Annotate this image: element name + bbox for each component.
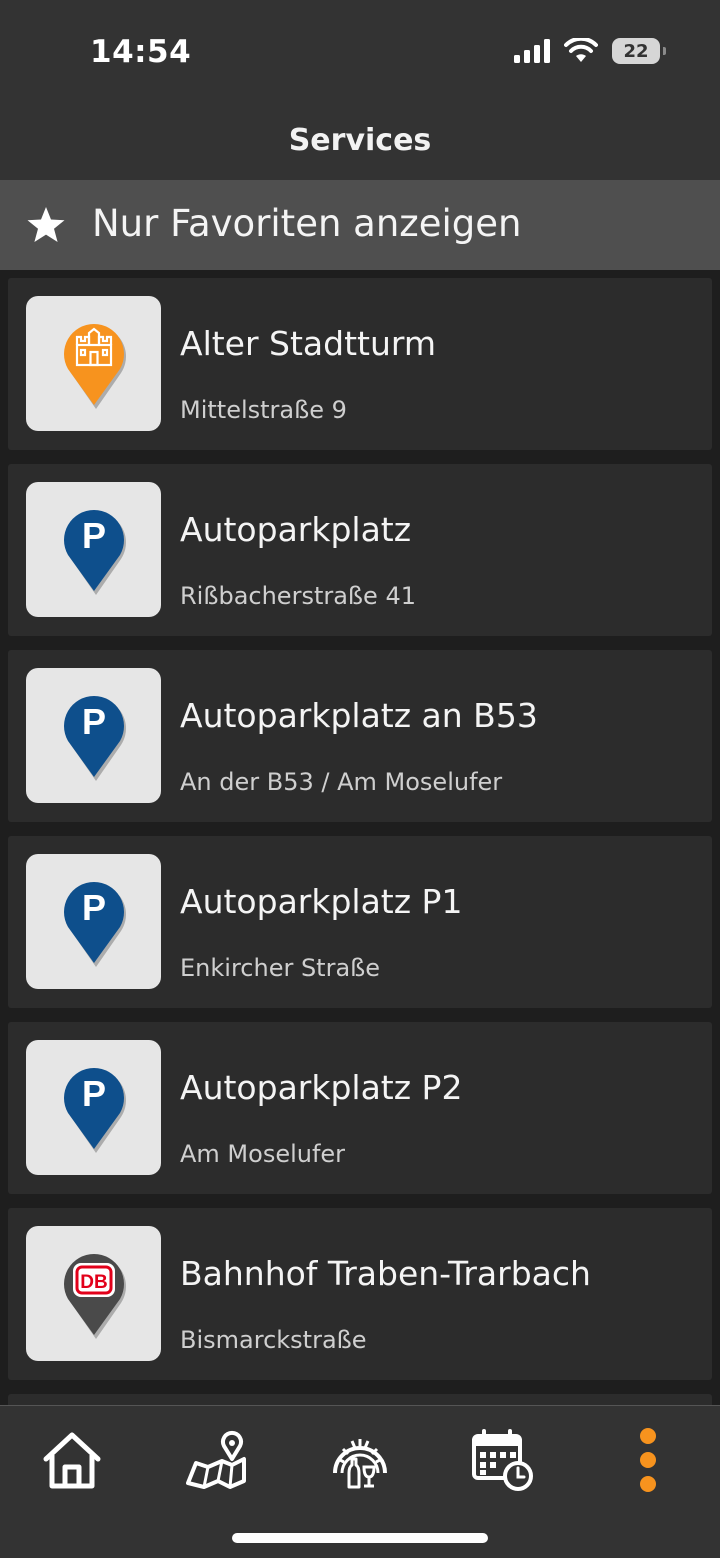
list-item[interactable]: Alter Stadtturm Mittelstraße 9 — [8, 278, 712, 450]
item-thumbnail: P — [26, 668, 161, 803]
item-title: Alter Stadtturm — [180, 324, 437, 363]
signal-icon — [514, 39, 550, 63]
item-address: Bismarckstraße — [180, 1326, 367, 1354]
pin-label: P — [81, 887, 105, 928]
favorites-filter-label: Nur Favoriten anzeigen — [92, 202, 522, 245]
parking-pin-icon: P — [63, 1067, 126, 1153]
item-title: Autoparkplatz P1 — [180, 882, 463, 921]
list-item[interactable]: P Autoparkplatz Rißbacherstraße 41 — [8, 464, 712, 636]
tab-more[interactable] — [616, 1428, 680, 1492]
pin-label: P — [81, 515, 105, 556]
tab-calendar[interactable] — [470, 1428, 534, 1492]
wine-cellar-icon — [333, 1439, 387, 1489]
pin-label: P — [81, 1073, 105, 1114]
item-thumbnail: DB — [26, 1226, 161, 1361]
more-icon — [640, 1428, 656, 1492]
nav-bar: Services — [0, 100, 720, 180]
parking-pin-icon: P — [63, 695, 126, 781]
item-address: An der B53 / Am Moselufer — [180, 768, 503, 796]
item-title: Bahnhof Traben-Trarbach — [180, 1254, 591, 1293]
list-item[interactable]: P Autoparkplatz P1 Enkircher Straße — [8, 836, 712, 1008]
parking-pin-icon: P — [63, 881, 126, 967]
db-station-pin-icon: DB — [63, 1253, 126, 1339]
star-icon — [27, 207, 65, 242]
status-icons: 22 — [514, 38, 666, 64]
battery-icon: 22 — [612, 38, 666, 64]
list-item[interactable]: P Autoparkplatz P2 Am Moselufer — [8, 1022, 712, 1194]
item-address: Am Moselufer — [180, 1140, 346, 1168]
item-address: Rißbacherstraße 41 — [180, 582, 416, 610]
list-item[interactable]: P Autoparkplatz an B53 An der B53 / Am M… — [8, 650, 712, 822]
parking-pin-icon: P — [63, 509, 126, 595]
page-title: Services — [288, 122, 432, 158]
pin-label: P — [81, 701, 105, 742]
item-title: Autoparkplatz an B53 — [180, 696, 538, 735]
status-time: 14:54 — [90, 34, 192, 70]
home-icon — [43, 1432, 101, 1489]
tower-pin-icon — [63, 323, 126, 409]
item-title: Autoparkplatz — [180, 510, 412, 549]
tab-wine-cellar[interactable] — [328, 1428, 392, 1492]
item-title: Autoparkplatz P2 — [180, 1068, 463, 1107]
tab-map[interactable] — [184, 1428, 248, 1492]
item-thumbnail: P — [26, 1040, 161, 1175]
list-item[interactable]: DB Bahnhof Traben-Trarbach Bismarckstraß… — [8, 1208, 712, 1380]
wifi-icon — [564, 38, 598, 62]
home-indicator — [232, 1533, 488, 1543]
item-thumbnail — [26, 296, 161, 431]
status-bar: 14:54 22 — [0, 0, 720, 100]
favorites-filter-toggle[interactable]: Nur Favoriten anzeigen — [0, 180, 720, 270]
pin-label: DB — [80, 1272, 107, 1293]
item-address: Mittelstraße 9 — [180, 396, 347, 424]
calendar-icon — [472, 1429, 533, 1491]
item-thumbnail: P — [26, 854, 161, 989]
item-address: Enkircher Straße — [180, 954, 381, 982]
battery-level: 22 — [623, 40, 649, 62]
tab-home[interactable] — [40, 1428, 104, 1492]
item-thumbnail: P — [26, 482, 161, 617]
map-icon — [186, 1430, 246, 1489]
